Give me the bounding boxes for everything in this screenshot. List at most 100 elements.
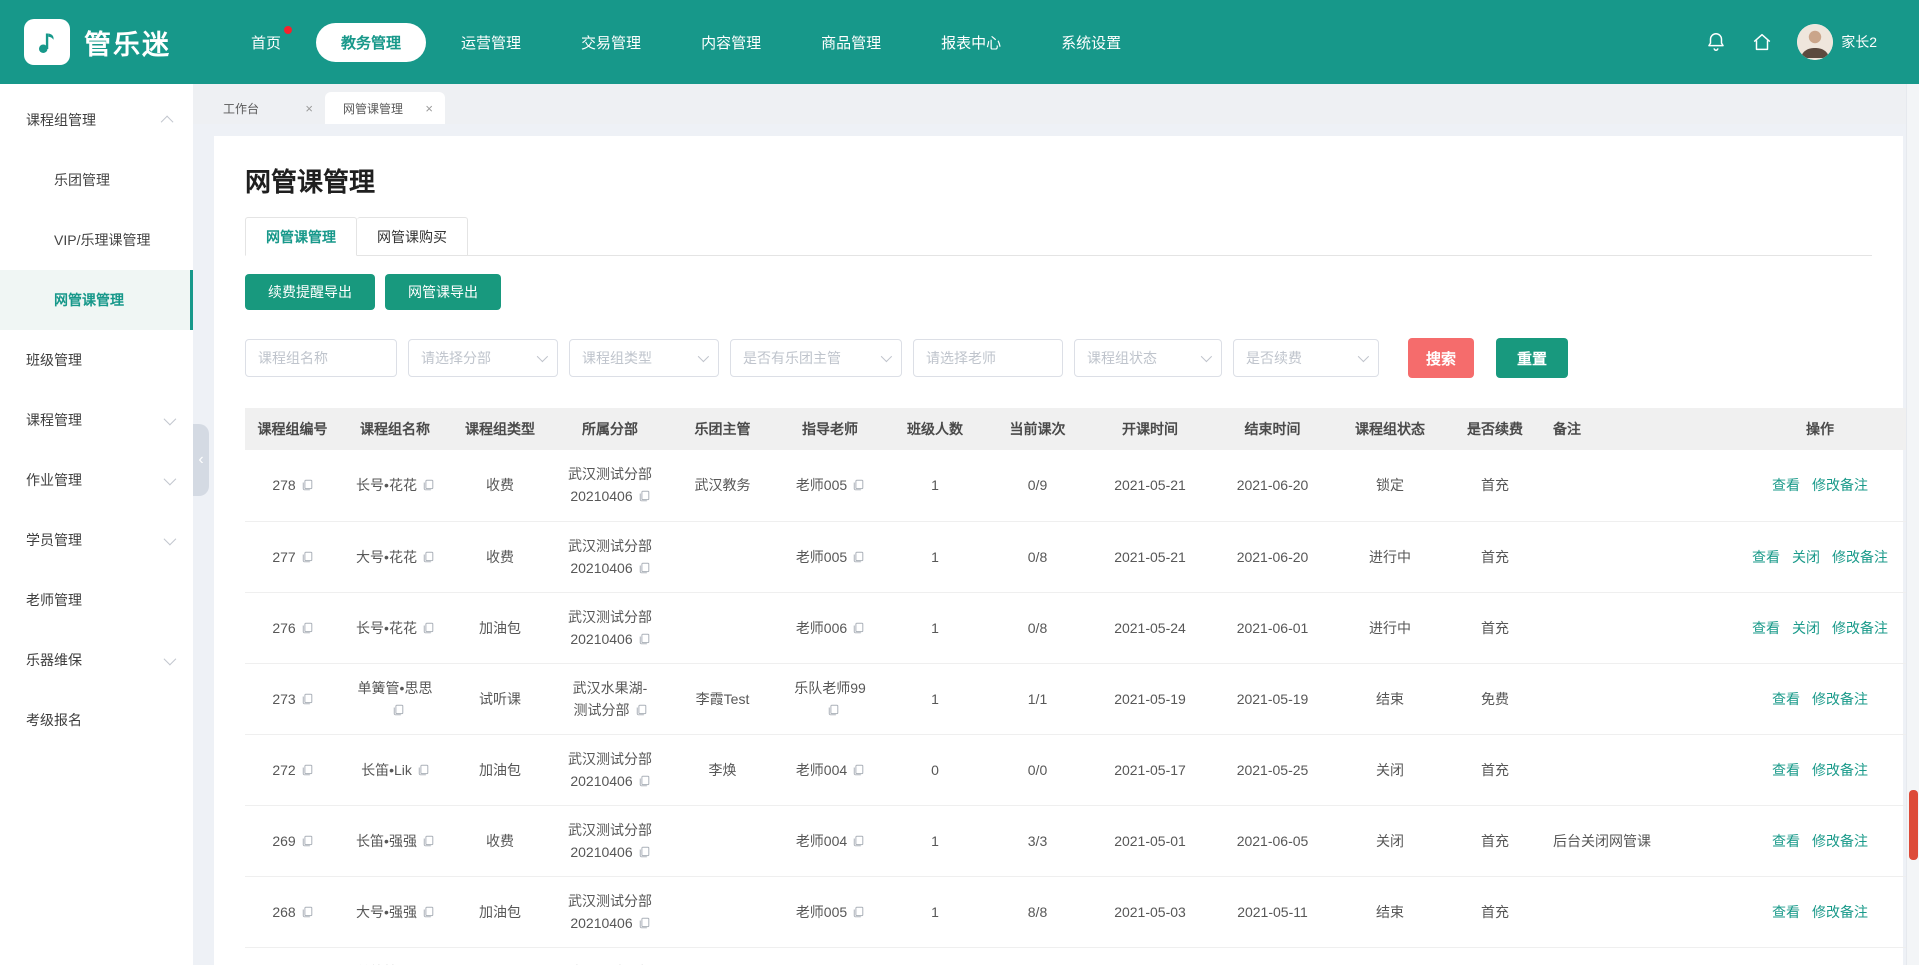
view-link[interactable]: 查看 [1752,549,1780,565]
export-button-续费提醒导出[interactable]: 续费提醒导出 [245,274,375,310]
home-icon[interactable] [1751,31,1773,53]
teacher-name: 乐队老师99 [779,677,881,699]
copy-icon[interactable] [633,915,650,931]
view-link[interactable]: 查看 [1752,620,1780,636]
edit-remark-link[interactable]: 修改备注 [1812,691,1868,707]
close-icon[interactable]: × [305,102,313,115]
edit-remark-link[interactable]: 修改备注 [1812,762,1868,778]
copy-icon[interactable] [822,702,839,718]
cell-supervisor [670,947,775,965]
copy-icon[interactable] [633,844,650,860]
nav-item-商品管理[interactable]: 商品管理 [796,23,906,62]
chevron-down-icon [698,351,709,362]
copy-icon[interactable] [296,477,313,493]
close-icon[interactable]: × [425,102,433,115]
filter-select-请选择分部[interactable]: 请选择分部 [408,339,558,377]
copy-icon[interactable] [847,477,864,493]
sidebar-item-班级管理[interactable]: 班级管理 [0,330,193,390]
sidebar-item-老师管理[interactable]: 老师管理 [0,570,193,630]
filter-select-课程组状态[interactable]: 课程组状态 [1074,339,1222,377]
copy-icon[interactable] [296,549,313,565]
window-tab-网管课管理[interactable]: 网管课管理× [325,92,445,124]
copy-icon[interactable] [296,833,313,849]
view-link[interactable]: 查看 [1772,477,1800,493]
copy-icon[interactable] [633,488,650,504]
copy-icon[interactable] [633,773,650,789]
top-header: 管乐迷 首页教务管理运营管理交易管理内容管理商品管理报表中心系统设置 [0,0,1919,84]
nav-item-系统设置[interactable]: 系统设置 [1036,23,1146,62]
filter-input-请选择老师[interactable]: 请选择老师 [913,339,1063,377]
table-row: 276长号•花花加油包武汉测试分部20210406老师00610/82021-0… [245,592,1915,663]
avatar[interactable] [1797,24,1833,60]
chevron-down-icon [164,532,177,545]
copy-icon[interactable] [296,904,313,920]
reset-button[interactable]: 重置 [1496,338,1568,378]
placeholder-text: 课程组状态 [1087,348,1157,368]
nav-item-首页[interactable]: 首页 [226,23,306,62]
sidebar-item-考级报名[interactable]: 考级报名 [0,690,193,750]
nav-item-报表中心[interactable]: 报表中心 [916,23,1026,62]
cell-supervisor: 李焕 [670,734,775,805]
copy-icon[interactable] [387,702,404,718]
copy-icon[interactable] [296,762,313,778]
sidebar-item-课程管理[interactable]: 课程管理 [0,390,193,450]
edit-remark-link[interactable]: 修改备注 [1832,549,1888,565]
copy-icon[interactable] [417,477,434,493]
search-button[interactable]: 搜索 [1408,338,1474,378]
view-link[interactable]: 查看 [1772,762,1800,778]
edit-remark-link[interactable]: 修改备注 [1812,477,1868,493]
vertical-scrollbar[interactable] [1906,84,1919,965]
copy-icon[interactable] [847,833,864,849]
view-link[interactable]: 查看 [1772,904,1800,920]
copy-icon[interactable] [847,904,864,920]
copy-icon[interactable] [417,549,434,565]
edit-remark-link[interactable]: 修改备注 [1832,620,1888,636]
copy-icon[interactable] [847,549,864,565]
copy-icon[interactable] [633,560,650,576]
user-menu[interactable]: 家长2 [1797,24,1877,60]
copy-icon[interactable] [296,691,313,707]
cell-group-type: 收费 [450,805,550,876]
close-link[interactable]: 关闭 [1792,549,1820,565]
column-header-是否续费: 是否续费 [1445,408,1545,450]
sidebar-item-乐器维保[interactable]: 乐器维保 [0,630,193,690]
nav-item-教务管理[interactable]: 教务管理 [316,23,426,62]
notification-bell-icon[interactable] [1705,30,1727,54]
nav-item-内容管理[interactable]: 内容管理 [676,23,786,62]
sidebar-item-网管课管理[interactable]: 网管课管理 [0,270,193,330]
copy-icon[interactable] [417,620,434,636]
sidebar-item-学员管理[interactable]: 学员管理 [0,510,193,570]
filter-select-是否续费[interactable]: 是否续费 [1233,339,1379,377]
tab-网管课购买[interactable]: 网管课购买 [357,217,468,256]
filter-select-是否有乐团主管[interactable]: 是否有乐团主管 [730,339,902,377]
filter-select-课程组类型[interactable]: 课程组类型 [569,339,719,377]
edit-remark-link[interactable]: 修改备注 [1812,833,1868,849]
close-link[interactable]: 关闭 [1792,620,1820,636]
copy-icon[interactable] [412,762,429,778]
view-link[interactable]: 查看 [1772,691,1800,707]
sidebar-item-乐团管理[interactable]: 乐团管理 [0,150,193,210]
teacher-name: 老师004 [779,759,881,781]
edit-remark-link[interactable]: 修改备注 [1812,904,1868,920]
sidebar-item-VIP/乐理课管理[interactable]: VIP/乐理课管理 [0,210,193,270]
nav-item-交易管理[interactable]: 交易管理 [556,23,666,62]
scrollbar-thumb[interactable] [1909,790,1918,860]
filter-input-课程组名称[interactable]: 课程组名称 [245,339,397,377]
sidebar-collapse-handle[interactable]: ‹ [193,424,209,496]
copy-icon[interactable] [417,833,434,849]
window-tab-工作台[interactable]: 工作台× [205,92,325,124]
copy-icon[interactable] [630,702,647,718]
nav-item-运营管理[interactable]: 运营管理 [436,23,546,62]
sidebar-item-作业管理[interactable]: 作业管理 [0,450,193,510]
copy-icon[interactable] [847,762,864,778]
cell-class-count: 1 [885,805,985,876]
sidebar-item-课程组管理[interactable]: 课程组管理 [0,90,193,150]
group-name: 长号•花花 [344,617,446,639]
copy-icon[interactable] [417,904,434,920]
tab-网管课管理[interactable]: 网管课管理 [245,217,357,256]
copy-icon[interactable] [633,631,650,647]
view-link[interactable]: 查看 [1772,833,1800,849]
copy-icon[interactable] [847,620,864,636]
copy-icon[interactable] [296,620,313,636]
export-button-网管课导出[interactable]: 网管课导出 [385,274,501,310]
